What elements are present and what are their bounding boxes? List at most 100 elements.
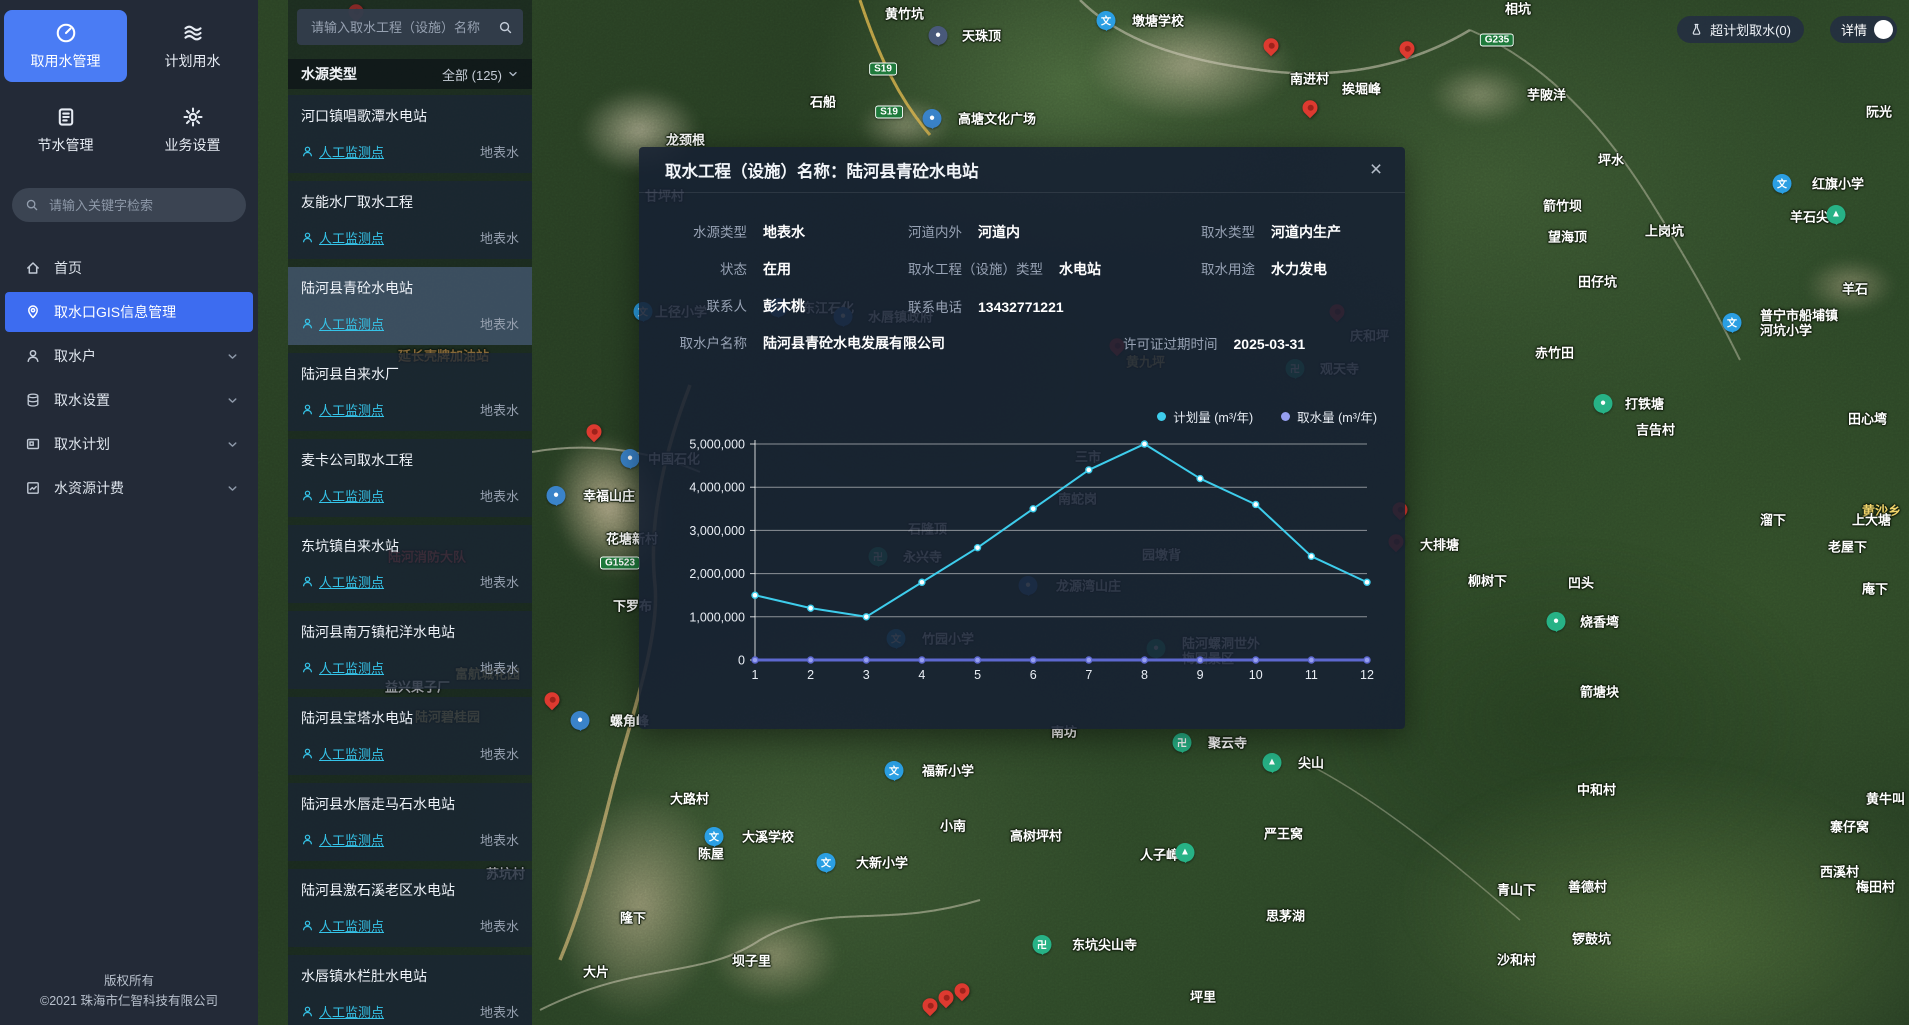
sidebar-item-0[interactable]: 首页 <box>5 248 253 288</box>
sidebar-item-label: 取水设置 <box>54 390 110 410</box>
manual-monitor-link[interactable]: 人工监测点 <box>301 830 384 849</box>
spot-poi-pin[interactable]: ● <box>621 449 640 468</box>
app-tile-1[interactable]: 计划用水 <box>131 10 254 82</box>
manual-monitor-link[interactable]: 人工监测点 <box>301 572 384 591</box>
map-label: 坪水 <box>1598 154 1624 169</box>
school-poi-pin[interactable]: 文 <box>885 761 904 780</box>
manual-monitor-link[interactable]: 人工监测点 <box>301 744 384 763</box>
mountain-poi-pin[interactable]: ▲ <box>1176 843 1195 862</box>
manual-monitor-link[interactable]: 人工监测点 <box>301 1002 384 1021</box>
station-list-item[interactable]: 陆河县自来水厂 人工监测点 地表水 <box>288 353 532 431</box>
close-icon[interactable]: × <box>1363 157 1389 183</box>
manual-monitor-link[interactable]: 人工监测点 <box>301 486 384 505</box>
station-marker-pin[interactable] <box>541 689 562 710</box>
station-list-item[interactable]: 东坑镇自来水站 人工监测点 地表水 <box>288 525 532 603</box>
manual-monitor-link[interactable]: 人工监测点 <box>301 228 384 247</box>
map-label: 严王窝 <box>1264 828 1303 843</box>
sidebar-item-3[interactable]: 取水设置 <box>5 380 253 420</box>
station-list-item[interactable]: 陆河县激石溪老区水电站 人工监测点 地表水 <box>288 869 532 947</box>
manual-monitor-link[interactable]: 人工监测点 <box>301 658 384 677</box>
sidebar-search-box[interactable] <box>12 188 246 222</box>
station-list-item[interactable]: 河口镇唱歌潭水电站 人工监测点 地表水 <box>288 95 532 173</box>
manual-monitor-link[interactable]: 人工监测点 <box>301 916 384 935</box>
school-poi-pin[interactable]: 文 <box>1723 313 1742 332</box>
field-row: 状态 在用 取水工程（设施）类型 水电站 取水用途 水力发电 <box>665 250 1379 287</box>
station-list-item[interactable]: 水唇镇水栏肚水电站 人工监测点 地表水 <box>288 955 532 1025</box>
station-list-item[interactable]: 陆河县青砼水电站 人工监测点 地表水 <box>288 267 532 345</box>
legend-item[interactable]: 取水量 (m³/年) <box>1281 407 1377 426</box>
field-row: 联系人 彭木桃 联系电话 13432771221 <box>665 287 1379 324</box>
temple-poi-pin[interactable]: 卍 <box>1173 733 1192 752</box>
person-icon <box>301 145 314 158</box>
over-plan-intake-badge[interactable]: 超计划取水(0) <box>1677 16 1804 43</box>
school-poi-pin[interactable]: 文 <box>817 853 836 872</box>
field-value: 地表水 <box>763 222 805 242</box>
filter-dropdown[interactable]: 全部 (125) <box>442 65 519 84</box>
school-poi-pin[interactable]: 文 <box>705 827 724 846</box>
sidebar: 取用水管理 计划用水 节水管理 业务设置 首页 取水口GIS信息管理 取水户 <box>0 0 258 1025</box>
chevron-down-icon <box>226 438 239 451</box>
sidebar-item-5[interactable]: 水资源计费 <box>5 468 253 508</box>
station-name: 麦卡公司取水工程 <box>301 450 519 470</box>
station-detail-modal: 取水工程（设施）名称：陆河县青砼水电站 × 水源类型 地表水 河道内外 河道内 … <box>639 147 1405 729</box>
mountain-poi-pin[interactable]: ▲ <box>1263 753 1282 772</box>
sidebar-item-1[interactable]: 取水口GIS信息管理 <box>5 292 253 332</box>
app-tile-0[interactable]: 取用水管理 <box>4 10 127 82</box>
toggle-knob[interactable] <box>1874 20 1893 39</box>
detail-toggle-label: 详情 <box>1841 20 1867 39</box>
map-terrain-patch <box>1430 65 1530 125</box>
map-label: 隆下 <box>620 912 646 927</box>
field-label: 状态 <box>665 258 747 278</box>
station-marker-pin[interactable] <box>583 421 604 442</box>
sidebar-item-label: 水资源计费 <box>54 478 124 498</box>
station-list-item[interactable]: 麦卡公司取水工程 人工监测点 地表水 <box>288 439 532 517</box>
map-label: 柳树下 <box>1468 575 1507 590</box>
sidebar-item-2[interactable]: 取水户 <box>5 336 253 376</box>
station-marker-pin[interactable] <box>1299 97 1320 118</box>
dark-poi-pin[interactable]: ● <box>929 26 948 45</box>
station-list-panel: 水源类型 全部 (125) 河口镇唱歌潭水电站 人工监测点 地表水 友能水厂取水… <box>288 0 532 1025</box>
legend-item[interactable]: 计划量 (m³/年) <box>1157 407 1253 426</box>
station-search-box[interactable] <box>297 9 523 45</box>
map-terrain-patch <box>1085 10 1295 120</box>
manual-monitor-link[interactable]: 人工监测点 <box>301 400 384 419</box>
station-name: 陆河县激石溪老区水电站 <box>301 880 519 900</box>
detail-toggle[interactable]: 详情 <box>1830 16 1897 43</box>
sidebar-item-4[interactable]: 取水计划 <box>5 424 253 464</box>
map-label: 相坑 <box>1505 3 1531 18</box>
station-marker-pin[interactable] <box>1260 35 1281 56</box>
water-source-type: 地表水 <box>480 744 519 763</box>
station-list-item[interactable]: 友能水厂取水工程 人工监测点 地表水 <box>288 181 532 259</box>
green-poi-pin[interactable]: ● <box>1547 612 1566 631</box>
school-poi-pin[interactable]: 文 <box>1773 174 1792 193</box>
spot-poi-pin[interactable]: ● <box>571 711 590 730</box>
mountain-poi-pin[interactable]: ▲ <box>1827 205 1846 224</box>
station-list-item[interactable]: 陆河县宝塔水电站 人工监测点 地表水 <box>288 697 532 775</box>
station-marker-pin[interactable] <box>951 980 972 1001</box>
spot-poi-pin[interactable]: ● <box>923 109 942 128</box>
database-icon <box>25 392 41 408</box>
manual-monitor-link[interactable]: 人工监测点 <box>301 142 384 161</box>
temple-poi-pin[interactable]: 卍 <box>1033 935 1052 954</box>
station-search-input[interactable] <box>309 19 492 36</box>
map-terrain-patch <box>1805 258 1895 313</box>
sidebar-item-label: 取水口GIS信息管理 <box>54 302 176 322</box>
svg-text:1,000,000: 1,000,000 <box>689 610 745 624</box>
spot-poi-pin[interactable]: ● <box>547 486 566 505</box>
map-terrain-patch <box>858 98 953 153</box>
map-terrain-patch <box>540 779 740 1025</box>
manual-monitor-link[interactable]: 人工监测点 <box>301 314 384 333</box>
map-label: 中和村 <box>1577 784 1616 799</box>
station-list-item[interactable]: 陆河县南万镇杞洋水电站 人工监测点 地表水 <box>288 611 532 689</box>
water-source-type: 地表水 <box>480 228 519 247</box>
app-tile-2[interactable]: 节水管理 <box>4 94 127 166</box>
station-marker-pin[interactable] <box>1396 38 1417 59</box>
app-tile-3[interactable]: 业务设置 <box>131 94 254 166</box>
search-icon[interactable] <box>498 20 513 35</box>
station-list-item[interactable]: 陆河县水唇走马石水电站 人工监测点 地表水 <box>288 783 532 861</box>
sidebar-search-input[interactable] <box>47 197 236 214</box>
school-poi-pin[interactable]: 文 <box>1097 11 1116 30</box>
chevron-down-icon <box>226 350 239 363</box>
green-poi-pin[interactable]: ● <box>1594 394 1613 413</box>
person-icon <box>301 231 314 244</box>
